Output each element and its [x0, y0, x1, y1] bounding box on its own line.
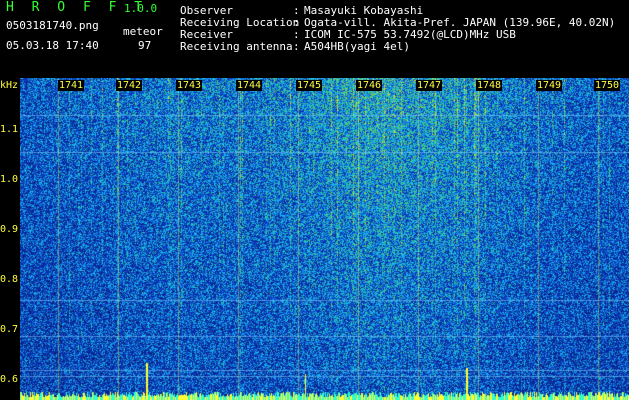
minute-label: 1742 [116, 80, 143, 91]
minute-label: 1744 [236, 80, 263, 91]
minute-label: 1749 [536, 80, 563, 91]
minute-label: 1741 [58, 80, 85, 91]
ytick-label: 0.8 [0, 274, 19, 285]
ytick-label: 0.7 [0, 324, 19, 335]
minute-label: 1748 [476, 80, 503, 91]
ytick-label: 1.0 [0, 174, 19, 185]
app-version: 1.0.0 [124, 2, 158, 15]
minute-label: 1750 [594, 80, 621, 91]
minute-label: 1745 [296, 80, 323, 91]
ytick-label: 0.6 [0, 374, 19, 385]
antenna-value: A504HB(yagi 4el) [304, 40, 410, 53]
minute-label: 1743 [176, 80, 203, 91]
colon: : [293, 40, 300, 53]
minute-label: 1747 [416, 80, 443, 91]
spectrogram-waterfall [20, 78, 629, 400]
capture-datetime: 05.03.18 17:40 [6, 39, 99, 52]
file-name: 0503181740.png [6, 19, 99, 32]
meteor-label: meteor [123, 25, 163, 38]
meteor-count: 97 [138, 39, 152, 52]
ytick-label: 0.9 [0, 224, 19, 235]
minute-label: 1746 [356, 80, 383, 91]
antenna-label: Receiving antenna [180, 40, 293, 53]
frequency-unit: kHz [0, 80, 19, 91]
header-panel: H R O F F T 1.0.0 0503181740.png meteor … [0, 0, 629, 78]
ytick-label: 1.1 [0, 124, 19, 135]
